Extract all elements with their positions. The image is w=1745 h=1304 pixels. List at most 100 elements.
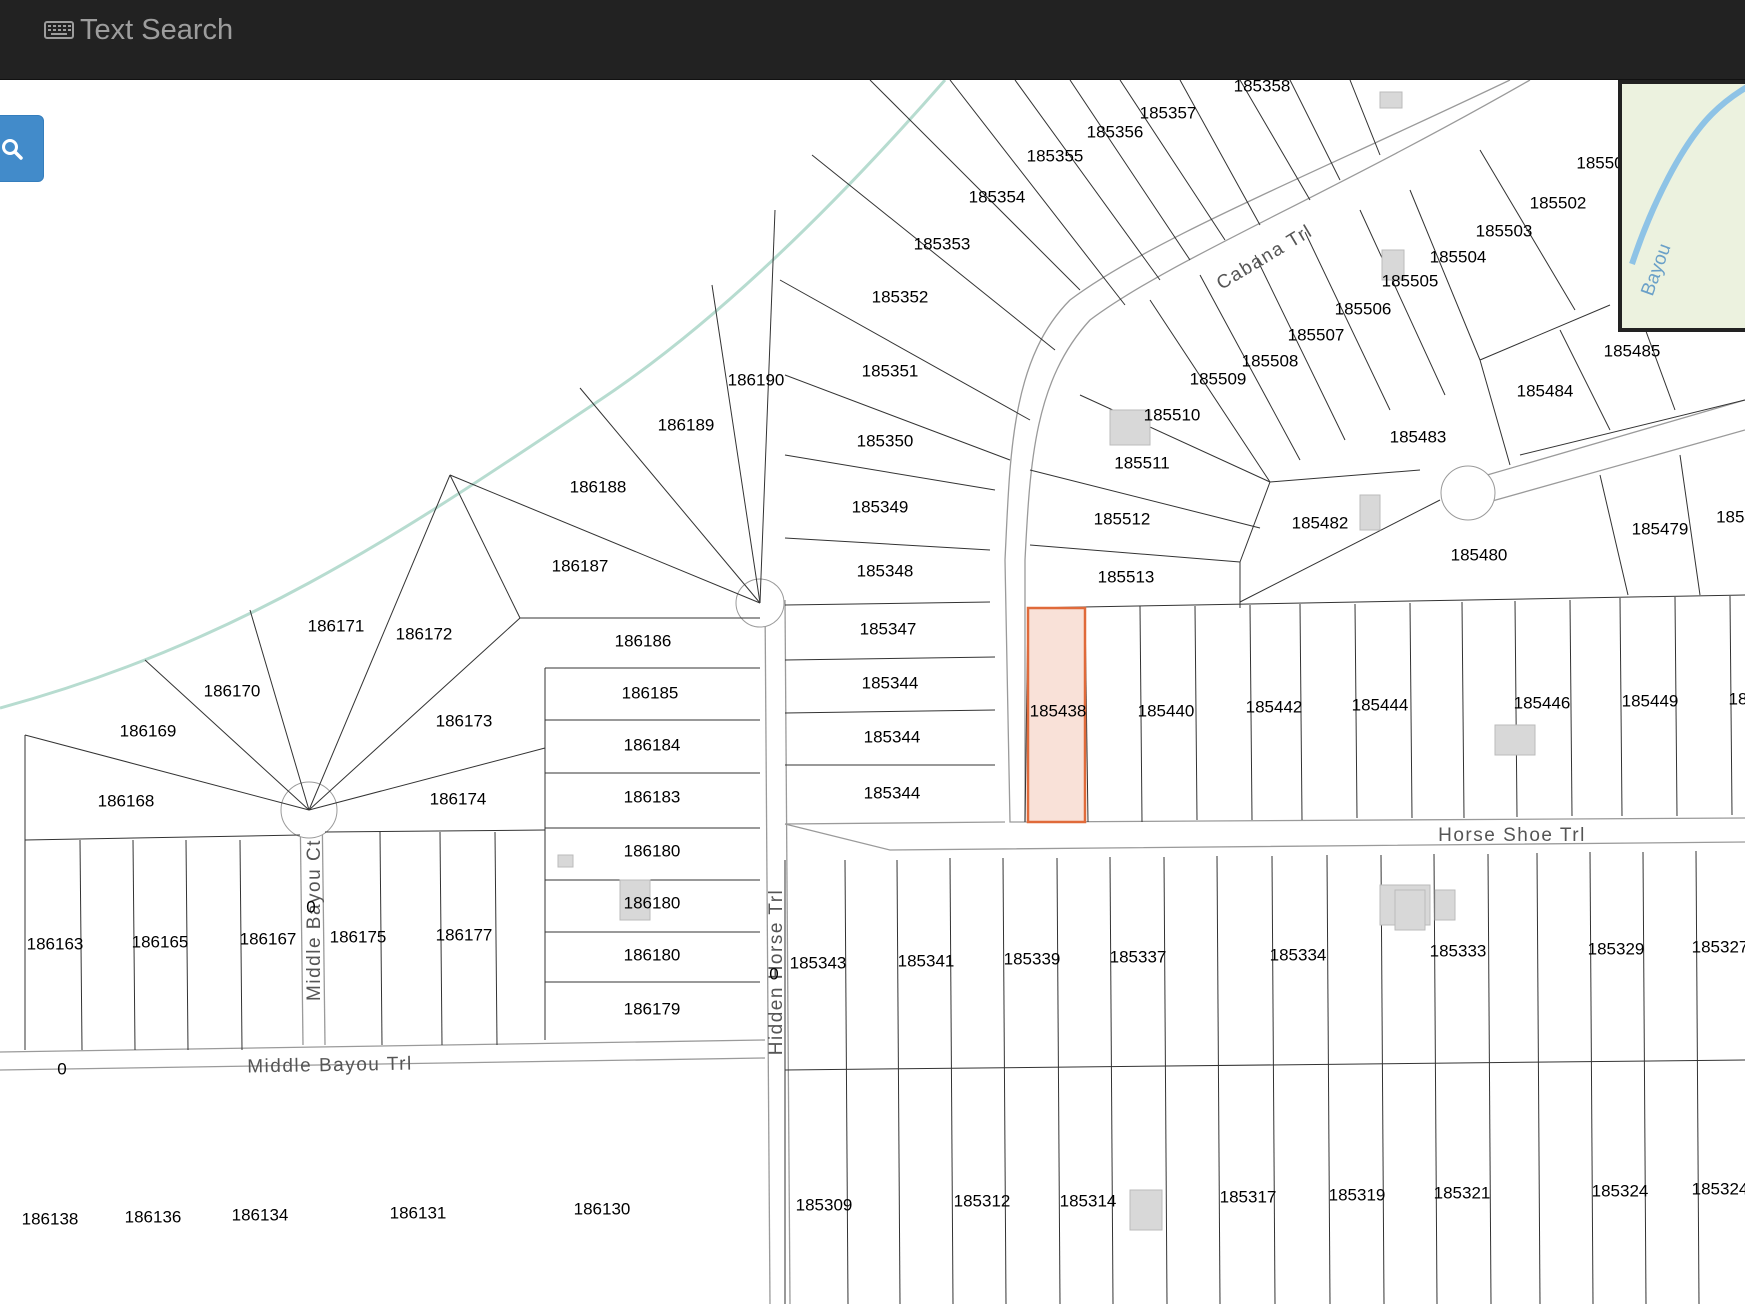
parcel-id-label: 186138 <box>22 1209 79 1228</box>
parcel-id-label: 185510 <box>1144 405 1201 424</box>
parcel-id-label: 185321 <box>1434 1183 1491 1202</box>
parcel-id-label: 185507 <box>1288 325 1345 344</box>
parcel-id-label: 185319 <box>1329 1185 1386 1204</box>
parcel-id-label: 185309 <box>796 1195 853 1214</box>
parcel-id-label: 185502 <box>1530 193 1587 212</box>
parcel-id-label: 185343 <box>790 953 847 972</box>
parcel-id-label: 186186 <box>615 631 672 650</box>
top-navbar: Text Search <box>0 0 1745 80</box>
parcel-id-label: 186170 <box>204 681 261 700</box>
parcel-id-label: 186187 <box>552 556 609 575</box>
zero-label: 0 <box>57 1059 66 1078</box>
parcel-id-label: 185513 <box>1098 567 1155 586</box>
parcel-id-label: 185317 <box>1220 1187 1277 1206</box>
parcel-id-label: 186168 <box>98 791 155 810</box>
parcel-id-label: 185353 <box>914 234 971 253</box>
parcel-id-label: 186130 <box>574 1199 631 1218</box>
parcel-id-label: 186184 <box>624 735 681 754</box>
parcel-id-label: 185506 <box>1335 299 1392 318</box>
parcel-id-label: 185482 <box>1292 513 1349 532</box>
parcel-id-label: 185344 <box>864 783 921 802</box>
overview-inset-map[interactable]: Bayou <box>1618 80 1745 332</box>
parcel-id-label: 186167 <box>240 929 297 948</box>
parcel-id-label: 186175 <box>330 927 387 946</box>
parcel-id-label: 185440 <box>1138 701 1195 720</box>
parcel-id-label: 185512 <box>1094 509 1151 528</box>
parcel-id-label: 186136 <box>125 1207 182 1226</box>
parcel-id-label: 185485 <box>1604 341 1661 360</box>
parcel-id-label: 186172 <box>396 624 453 643</box>
parcel-id-label: 185329 <box>1588 939 1645 958</box>
bayou-shoreline <box>0 80 947 710</box>
parcel-id-label: 185333 <box>1430 941 1487 960</box>
parcel-id-label: 185354 <box>969 187 1026 206</box>
parcel-id-label: 185483 <box>1390 427 1447 446</box>
parcel-id-label: 186179 <box>624 999 681 1018</box>
road-label-middle-bayou-trl: Middle Bayou Trl <box>247 1054 413 1078</box>
parcel-id-label: 186180 <box>624 841 681 860</box>
text-search-link[interactable]: Text Search <box>44 12 233 48</box>
parcel-id-label: 185503 <box>1476 221 1533 240</box>
parcel-id-label: 186177 <box>436 925 493 944</box>
parcel-id-label: 186188 <box>570 477 627 496</box>
parcel-id-label: 185484 <box>1517 381 1574 400</box>
parcel-id-label: 185344 <box>862 673 919 692</box>
parcel-id-label: 185509 <box>1190 369 1247 388</box>
parcel-id-label: 185358 <box>1234 80 1291 95</box>
parcel-id-label: 185324 <box>1592 1181 1649 1200</box>
bayou-river <box>1629 84 1745 265</box>
parcel-id-label: 185444 <box>1352 695 1409 714</box>
cul-de-sac <box>1440 465 1496 521</box>
parcel-id-label: 186134 <box>232 1205 289 1224</box>
parcel-id-label: 186189 <box>658 415 715 434</box>
road-label-middle-bayou-ct: Middle Bayou Ct <box>304 839 325 1001</box>
parcel-id-label: 185357 <box>1140 103 1197 122</box>
parcel-id-label: 185334 <box>1270 945 1327 964</box>
zero-label: 0 <box>306 897 315 916</box>
parcel-id-label: 186173 <box>436 711 493 730</box>
parcel-id-label: 185347 <box>860 619 917 638</box>
navbar-title: Text Search <box>80 13 234 46</box>
search-icon <box>2 139 23 160</box>
parcel-id-label: 186185 <box>622 683 679 702</box>
road-label-horseshoe: Horse Shoe Trl <box>1438 825 1586 846</box>
parcel-id-label: 185327 <box>1692 937 1745 956</box>
parcel-id-label: 186180 <box>624 893 681 912</box>
parcel-id-label: 185449 <box>1622 691 1679 710</box>
parcel-id-label: 186165 <box>132 932 189 951</box>
parcel-id-label: 186183 <box>624 787 681 806</box>
parcel-id-label: 185339 <box>1004 949 1061 968</box>
parcel-id-label: 185356 <box>1087 122 1144 141</box>
parcel-id-label: 185348 <box>857 561 914 580</box>
parcel-id-label: 18550 <box>1576 153 1623 172</box>
parcel-id-label: 185341 <box>898 951 955 970</box>
parcel-id-label: 186174 <box>430 789 487 808</box>
parcel-id-label: 185314 <box>1060 1191 1117 1210</box>
parcel-id-label: 186190 <box>728 370 785 389</box>
parcel-id-label: 185344 <box>864 727 921 746</box>
parcel-id-label: 186180 <box>624 945 681 964</box>
parcel-id-label: 185324 <box>1692 1179 1745 1198</box>
search-button[interactable] <box>0 115 44 182</box>
road-label-cabana: Cabana Trl <box>1213 221 1316 295</box>
keyboard-icon <box>44 21 74 39</box>
parcel-id-label: 185505 <box>1382 271 1439 290</box>
parcel-id-label: 185508 <box>1242 351 1299 370</box>
parcel-id-label: 185355 <box>1027 146 1084 165</box>
parcel-map[interactable]: Cabana Trl Horse Shoe Trl Hidden Horse T… <box>0 80 1745 1304</box>
parcel-id-label: 185351 <box>862 361 919 380</box>
parcel-id-label: 186163 <box>27 934 84 953</box>
parcel-id-label: 185442 <box>1246 697 1303 716</box>
parcel-id-label: 186171 <box>308 616 365 635</box>
parcel-id-label: 186169 <box>120 721 177 740</box>
parcel-id-label: 185350 <box>857 431 914 450</box>
zero-label: 0 <box>769 964 778 983</box>
parcel-id-label: 185349 <box>852 497 909 516</box>
parcel-id-label: 185504 <box>1430 247 1487 266</box>
parcel-id-label: 185479 <box>1632 519 1689 538</box>
parcel-id-label: 18 <box>1729 689 1745 708</box>
parcel-id-label: 185446 <box>1514 693 1571 712</box>
parcel-id-label: 1854 <box>1716 507 1745 526</box>
parcel-id-label: 185511 <box>1114 453 1169 472</box>
parcel-id-label: 185337 <box>1110 947 1167 966</box>
